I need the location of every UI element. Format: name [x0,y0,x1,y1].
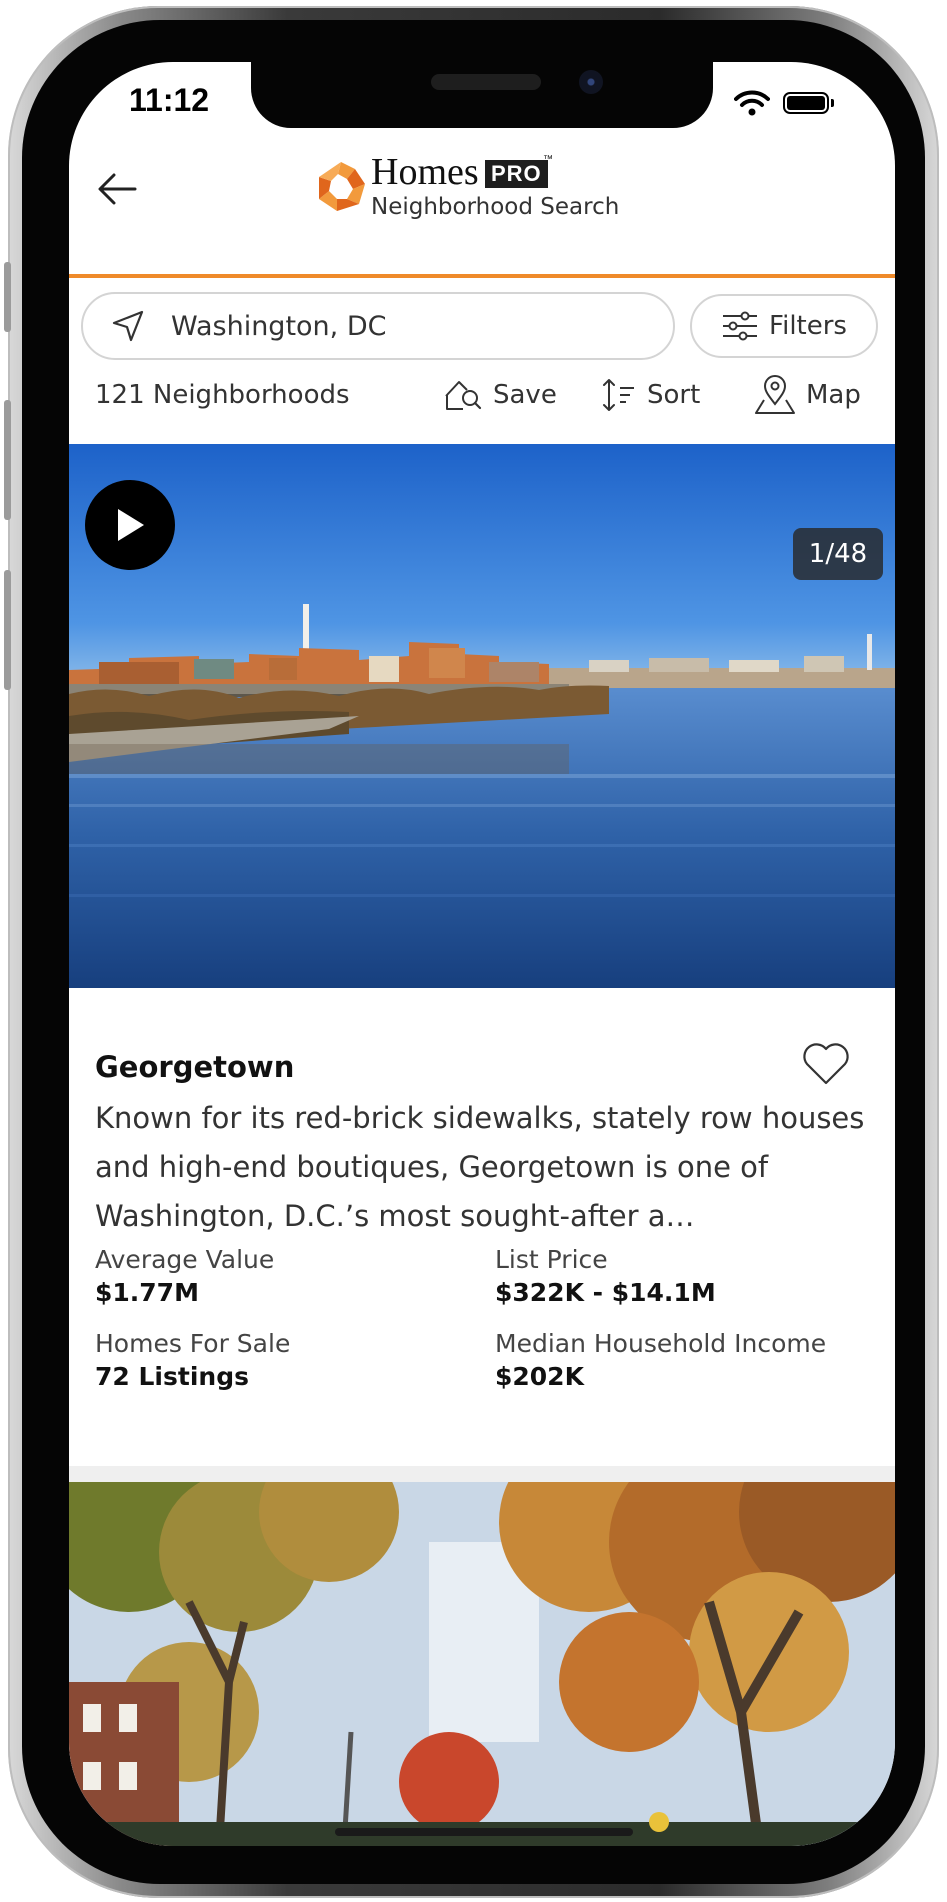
map-label: Map [806,380,861,410]
average-value-label: Average Value [95,1245,275,1274]
play-icon [118,509,144,541]
front-camera [579,70,603,94]
save-search-icon [445,381,482,410]
map-button[interactable]: Map [754,372,861,418]
battery-icon [783,92,829,114]
battery-nub [831,99,834,107]
georgetown-waterfront-photo [69,444,895,988]
card-divider [69,1466,895,1482]
side-button-volume-up [4,400,11,520]
median-income: $202K [495,1362,584,1391]
homes-logo-icon [319,162,365,211]
heart-icon [803,1043,849,1085]
favorite-button[interactable] [799,1038,853,1088]
wifi-icon [734,90,770,116]
homes-for-sale: 72 Listings [95,1362,249,1391]
map-pin-icon [755,375,795,414]
brand-pro-badge: PRO [485,160,548,188]
listing-photo[interactable] [69,444,895,988]
notch [251,62,713,128]
location-arrow-icon [111,309,145,343]
filters-sliders-icon [723,311,758,341]
filters-button[interactable]: Filters [690,294,878,358]
page-subtitle: Neighborhood Search [371,194,620,220]
sort-label: Sort [647,380,701,410]
location-search-input[interactable]: Washington, DC [81,292,675,360]
autumn-street-photo [69,1482,895,1846]
list-price-label: List Price [495,1245,608,1274]
median-income-label: Median Household Income [495,1329,827,1358]
brand-trademark: ™ [543,154,553,165]
neighborhood-description: Known for its red-brick sidewalks, state… [95,1101,865,1233]
photo-counter: 1/48 [793,528,883,580]
save-search-button[interactable]: Save [443,372,557,418]
app-screen: 11:12 Homes PRO ™ Neighborhood Search Wa… [69,62,895,1846]
speaker-grille [431,74,541,90]
back-arrow-icon [98,173,137,205]
sort-button[interactable]: Sort [601,372,700,418]
search-value: Washington, DC [171,310,387,342]
side-button-mute [4,262,11,332]
next-listing-photo[interactable] [69,1482,895,1846]
side-button-volume-down [4,570,11,690]
list-price: $322K - $14.1M [495,1278,716,1307]
back-button[interactable] [87,162,147,216]
neighborhood-name[interactable]: Georgetown [95,1050,294,1084]
results-count: 121 Neighborhoods [95,380,350,410]
brand-name: Homes [371,151,479,193]
homes-for-sale-label: Homes For Sale [95,1329,291,1358]
sort-icon [603,379,634,411]
save-label: Save [493,380,557,410]
play-video-button[interactable] [85,480,175,570]
home-indicator[interactable] [335,1828,633,1836]
filters-label: Filters [769,311,847,341]
header-divider [69,274,895,278]
status-time: 11:12 [129,82,210,118]
average-value: $1.77M [95,1278,199,1307]
